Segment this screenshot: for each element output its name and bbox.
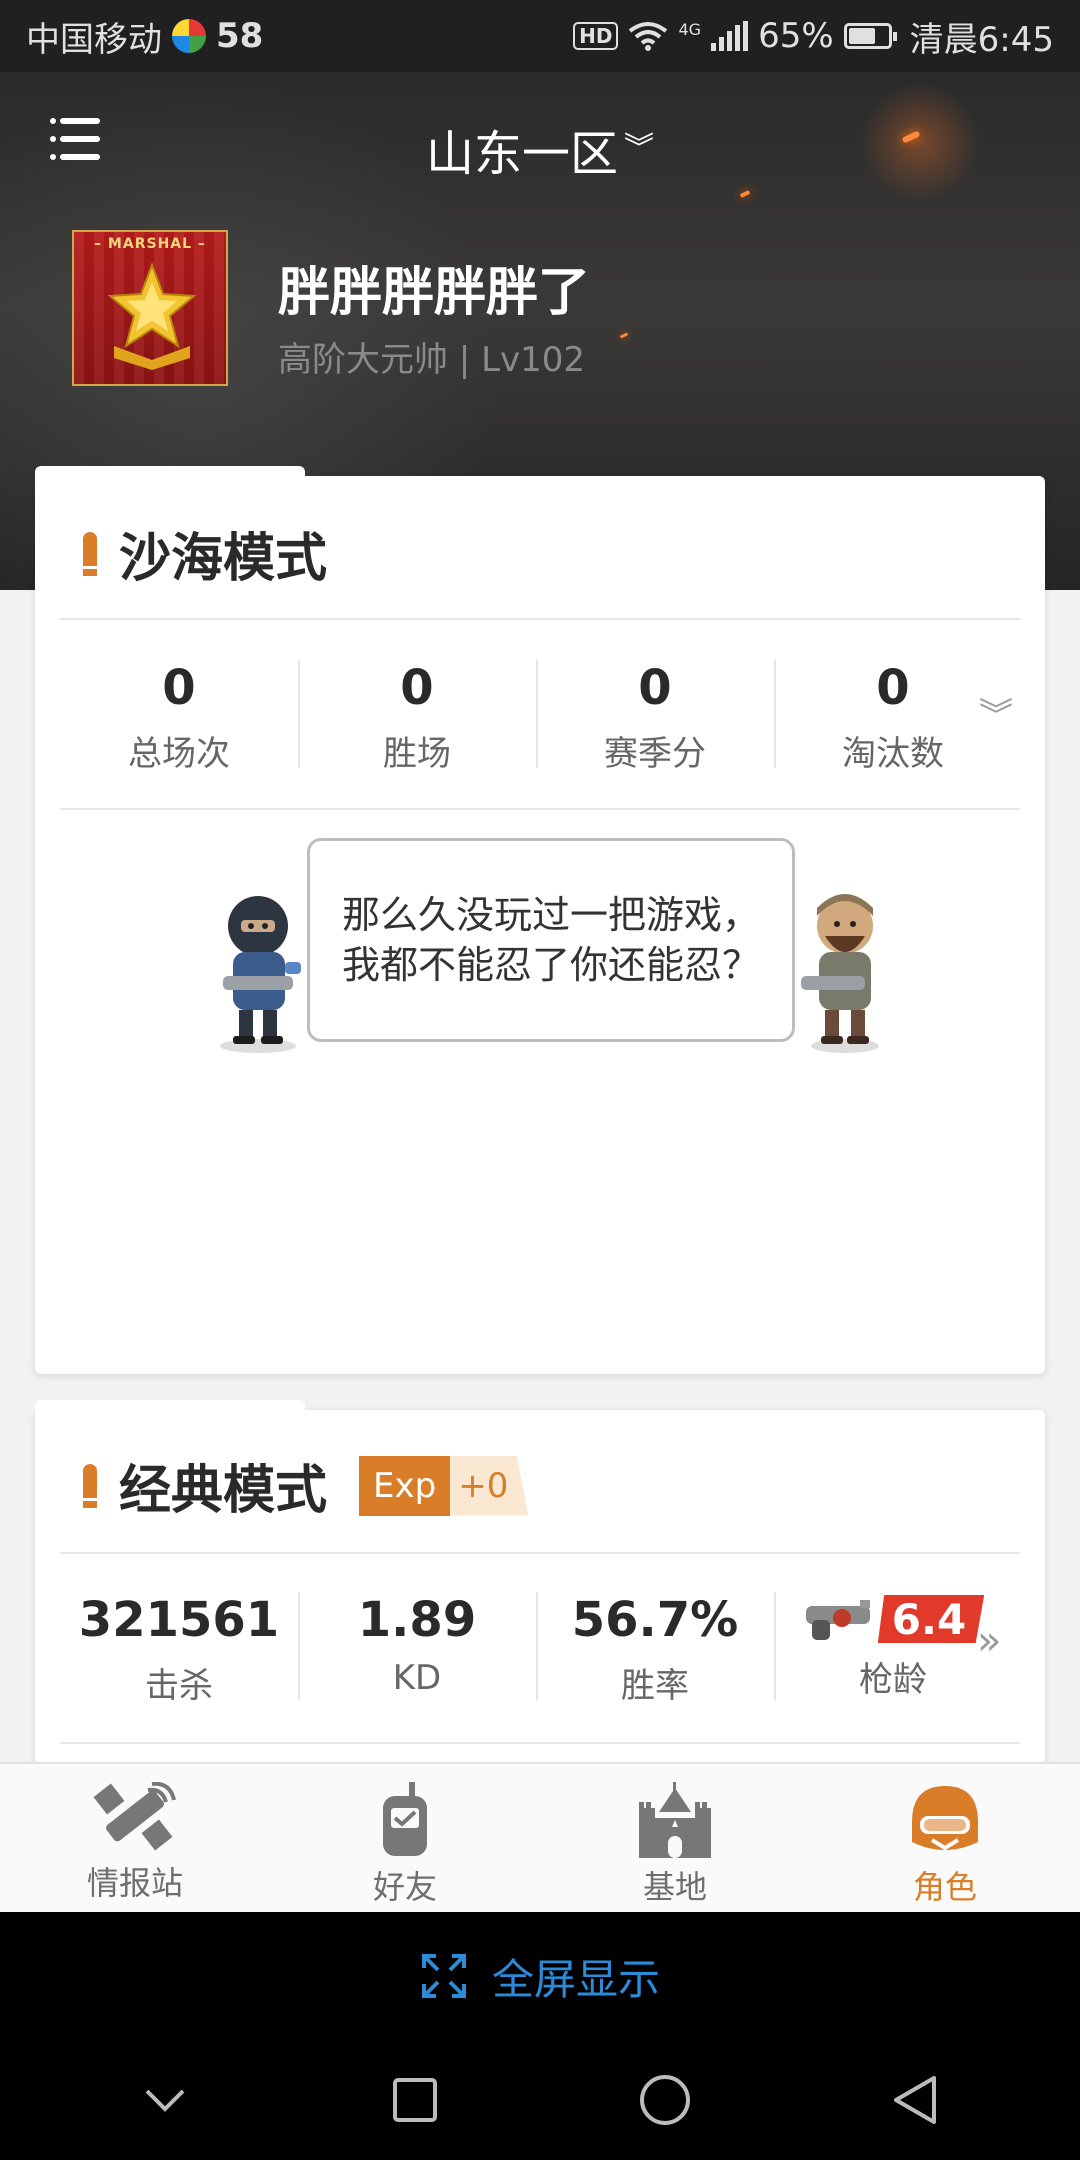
carrier-logo-icon xyxy=(172,19,206,53)
player-rank: 高阶大元帅 | Lv102 xyxy=(278,340,586,380)
divider xyxy=(60,1742,1020,1744)
back-triangle-icon xyxy=(894,2076,936,2124)
stat-season-points: 0 赛季分 xyxy=(536,660,774,775)
stat-eliminations: 0 淘汰数 xyxy=(774,660,1012,775)
classic-mode-title: 经典模式 xyxy=(119,1461,328,1521)
stat-value: 321561 xyxy=(78,1592,280,1648)
status-right: HD 4G 65% 清晨6:45 xyxy=(573,12,1054,61)
stat-total-matches: 0 总场次 xyxy=(60,660,298,775)
stat-label: 总场次 xyxy=(128,734,230,774)
circle-icon xyxy=(640,2075,690,2125)
bullet-icon xyxy=(83,531,97,576)
bullet-icon xyxy=(83,1463,97,1508)
chevron-down-icon xyxy=(145,2089,185,2112)
expand-chevron-icon[interactable]: ︾ xyxy=(979,688,1013,737)
battery-icon xyxy=(843,23,897,49)
player-name: 胖胖胖胖胖了 xyxy=(278,263,591,323)
chevron-right-icon[interactable]: » xyxy=(977,1618,1001,1664)
stat-label: 胜场 xyxy=(383,734,451,774)
carrier-badge: 58 xyxy=(216,16,264,56)
star-icon xyxy=(107,262,197,370)
stat-label: KD xyxy=(392,1658,442,1698)
square-icon xyxy=(393,2078,437,2122)
stat-win-rate: 56.7% 胜率 xyxy=(536,1592,774,1707)
network-type: 4G xyxy=(678,19,702,39)
gun-age-badge: 6.4 xyxy=(802,1592,985,1646)
stat-value: 1.89 xyxy=(357,1592,477,1648)
hd-icon: HD xyxy=(573,22,619,50)
stat-value: 0 xyxy=(162,660,196,716)
walkie-talkie-icon xyxy=(383,1782,427,1856)
exp-value: +0 xyxy=(450,1455,529,1516)
status-left: 中国移动 58 xyxy=(26,12,263,61)
stat-value: 0 xyxy=(876,660,910,716)
desert-mode-card: 沙海模式 0 总场次 0 胜场 0 赛季分 0 淘汰数 ︾ 那么久没玩过一把游戏… xyxy=(35,466,1045,1374)
stat-label: 赛季分 xyxy=(604,734,706,774)
wifi-icon xyxy=(629,22,668,51)
divider xyxy=(60,1552,1020,1554)
status-time: 清晨6:45 xyxy=(909,19,1054,60)
tab-label: 角色 xyxy=(912,1868,977,1906)
classic-mode-header: 经典模式 Exp +0 xyxy=(83,1448,529,1523)
tab-base[interactable]: 基地 xyxy=(540,1764,810,1912)
nav-recents-button[interactable] xyxy=(355,2050,475,2150)
stat-value: 56.7% xyxy=(571,1592,739,1648)
empty-state: 那么久没玩过一把游戏，我都不能忍了你还能忍？ xyxy=(35,806,1045,1106)
gun-icon xyxy=(802,1596,878,1642)
spark-decoration xyxy=(739,190,751,198)
rank-badge: – MARSHAL – xyxy=(72,230,228,386)
stat-label: 淘汰数 xyxy=(842,734,944,774)
tab-friends[interactable]: 好友 xyxy=(270,1764,540,1912)
system-nav-bar xyxy=(0,2040,1080,2160)
stat-value: 0 xyxy=(638,660,672,716)
stat-wins: 0 胜场 xyxy=(298,660,536,775)
castle-icon xyxy=(639,1782,711,1858)
stat-kills: 321561 击杀 xyxy=(60,1592,298,1707)
classic-stats-row: 321561 击杀 1.89 KD 56.7% 胜率 6.4 枪龄 xyxy=(60,1592,1020,1707)
gun-age-value: 6.4 xyxy=(877,1595,985,1643)
stat-value: 0 xyxy=(400,660,434,716)
desert-mode-title: 沙海模式 xyxy=(119,529,328,589)
stat-label: 胜率 xyxy=(621,1666,689,1706)
fullscreen-icon xyxy=(421,1954,466,1998)
fullscreen-label: 全屏显示 xyxy=(491,1954,660,2004)
speech-bubble: 那么久没玩过一把游戏，我都不能忍了你还能忍？ xyxy=(307,838,795,1042)
exp-badge: Exp +0 xyxy=(359,1455,529,1516)
carrier-name: 中国移动 xyxy=(26,19,162,60)
desert-mode-header: 沙海模式 xyxy=(83,516,327,591)
satellite-icon xyxy=(93,1782,176,1851)
tab-label: 好友 xyxy=(372,1868,437,1906)
nav-hide-button[interactable] xyxy=(105,2050,225,2150)
tab-character[interactable]: 角色 xyxy=(810,1764,1080,1912)
server-selector[interactable]: 山东一区 ︾ xyxy=(0,114,1080,184)
divider xyxy=(60,618,1020,620)
spark-decoration xyxy=(619,332,629,339)
exp-label: Exp xyxy=(359,1455,451,1516)
classic-mode-card: 经典模式 Exp +0 321561 击杀 1.89 KD 56.7% 胜率 6… xyxy=(35,1400,1045,1810)
tab-intel[interactable]: 情报站 xyxy=(0,1764,270,1912)
helmet-icon xyxy=(912,1786,978,1851)
soldier-left-icon xyxy=(220,896,301,1053)
stat-kd: 1.89 KD xyxy=(298,1592,536,1707)
signal-icon xyxy=(711,21,749,51)
nav-home-button[interactable] xyxy=(605,2050,725,2150)
tab-label: 基地 xyxy=(642,1868,707,1906)
rank-badge-text: – MARSHAL – xyxy=(94,236,206,252)
desert-stats-row: 0 总场次 0 胜场 0 赛季分 0 淘汰数 xyxy=(60,660,1020,775)
bottom-tab-bar: 情报站 好友 基地 角色 xyxy=(0,1762,1080,1912)
soldier-right-icon xyxy=(801,894,879,1053)
tab-label: 情报站 xyxy=(86,1864,183,1902)
status-bar: 中国移动 58 HD 4G 65% 清晨6:45 xyxy=(0,0,1080,72)
battery-percent: 65% xyxy=(758,16,834,56)
nav-back-button[interactable] xyxy=(855,2050,975,2150)
fullscreen-button[interactable]: 全屏显示 xyxy=(0,1912,1080,2040)
server-name: 山东一区 xyxy=(425,126,618,182)
chevron-down-icon: ︾ xyxy=(624,131,654,166)
stat-label: 击杀 xyxy=(145,1666,213,1706)
